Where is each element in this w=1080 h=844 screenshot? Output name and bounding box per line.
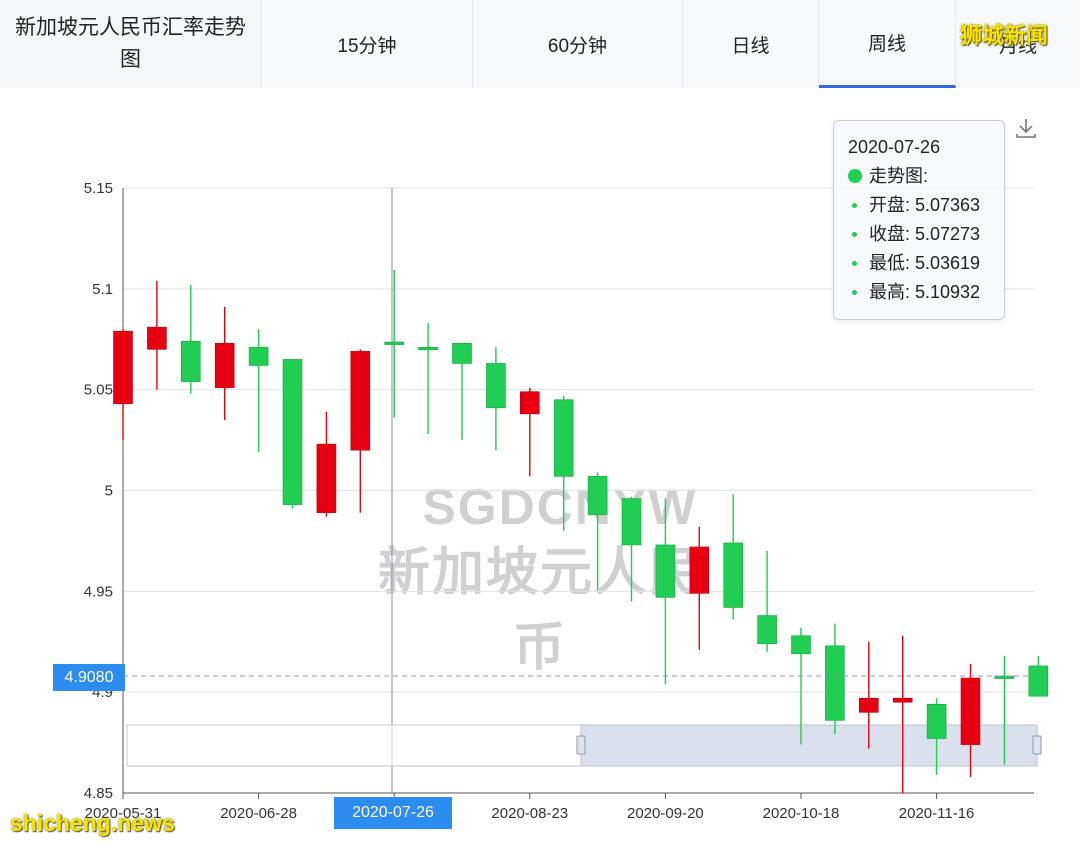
tooltip-high-row: 最高: 5.10932 bbox=[848, 278, 1004, 307]
y-tick-label: 5.15 bbox=[84, 180, 113, 197]
candle-body bbox=[418, 347, 438, 351]
candle-body bbox=[519, 391, 540, 415]
candle-tooltip: 2020-07-26 走势图: 开盘: 5.07363 收盘: 5.07273 … bbox=[833, 120, 1005, 320]
candle-body bbox=[452, 342, 472, 364]
y-tick-label: 5 bbox=[105, 483, 113, 500]
y-tick-label: 4.85 bbox=[84, 785, 113, 802]
x-tick-label: 2020-10-18 bbox=[763, 805, 840, 822]
y-tick-label: 5.05 bbox=[84, 382, 113, 399]
candle-body bbox=[655, 544, 676, 598]
candle-body bbox=[689, 546, 710, 594]
candle-body bbox=[858, 697, 879, 713]
candle-body bbox=[621, 498, 642, 546]
series-dot-icon bbox=[848, 169, 862, 183]
bullet-icon bbox=[852, 203, 857, 208]
candle-body bbox=[960, 677, 981, 745]
site-logo-bottom: shicheng.news bbox=[10, 810, 175, 836]
y-tick-label: 4.95 bbox=[84, 583, 113, 600]
candle-body bbox=[384, 341, 405, 345]
candle-body bbox=[892, 697, 913, 703]
crosshair-price-label: 4.9080 bbox=[53, 664, 125, 691]
site-logo-top: 狮城新闻 bbox=[960, 23, 1049, 48]
candle-body bbox=[825, 645, 845, 721]
candle-body bbox=[248, 347, 269, 366]
tooltip-low-row: 最低: 5.03619 bbox=[848, 249, 1004, 278]
tooltip-series: 走势图: bbox=[869, 166, 929, 186]
tooltip-open-row: 开盘: 5.07363 bbox=[848, 191, 1004, 220]
bullet-icon bbox=[852, 261, 857, 266]
tooltip-low: 最低: 5.03619 bbox=[869, 253, 981, 273]
bullet-icon bbox=[852, 290, 857, 295]
candle-body bbox=[757, 615, 777, 645]
candle-body bbox=[147, 326, 167, 350]
tooltip-close: 收盘: 5.07273 bbox=[869, 224, 981, 244]
candle-body bbox=[113, 330, 133, 405]
candle-body bbox=[791, 635, 811, 655]
zoom-handle-left bbox=[576, 735, 586, 755]
candle-body bbox=[553, 399, 574, 477]
tooltip-date: 2020-07-26 bbox=[848, 137, 941, 157]
x-tick-label: 2020-09-20 bbox=[627, 805, 704, 822]
x-tick-label: 2020-08-23 bbox=[491, 805, 568, 822]
candle-body bbox=[486, 363, 506, 409]
candle-body bbox=[723, 542, 744, 608]
download-icon[interactable] bbox=[1014, 116, 1038, 140]
crosshair-date-label: 2020-07-26 bbox=[334, 797, 452, 829]
tooltip-open: 开盘: 5.07363 bbox=[869, 195, 981, 215]
x-tick-label: 2020-11-16 bbox=[899, 805, 975, 822]
bullet-icon bbox=[852, 232, 857, 237]
tooltip-close-row: 收盘: 5.07273 bbox=[848, 220, 1004, 249]
candle-body bbox=[1028, 665, 1049, 697]
candle-body bbox=[214, 342, 235, 388]
tooltip-series-row: 走势图: bbox=[848, 162, 1004, 191]
candle-body bbox=[926, 703, 947, 739]
candle-body bbox=[350, 351, 371, 451]
candle-body bbox=[282, 359, 303, 505]
candle-body bbox=[181, 340, 201, 382]
tooltip-high: 最高: 5.10932 bbox=[869, 282, 981, 302]
x-tick-label: 2020-06-28 bbox=[220, 805, 297, 822]
candle-body bbox=[316, 443, 337, 513]
y-tick-label: 5.1 bbox=[92, 281, 113, 298]
zoom-handle-right bbox=[1032, 735, 1042, 755]
candle-body bbox=[587, 476, 608, 515]
